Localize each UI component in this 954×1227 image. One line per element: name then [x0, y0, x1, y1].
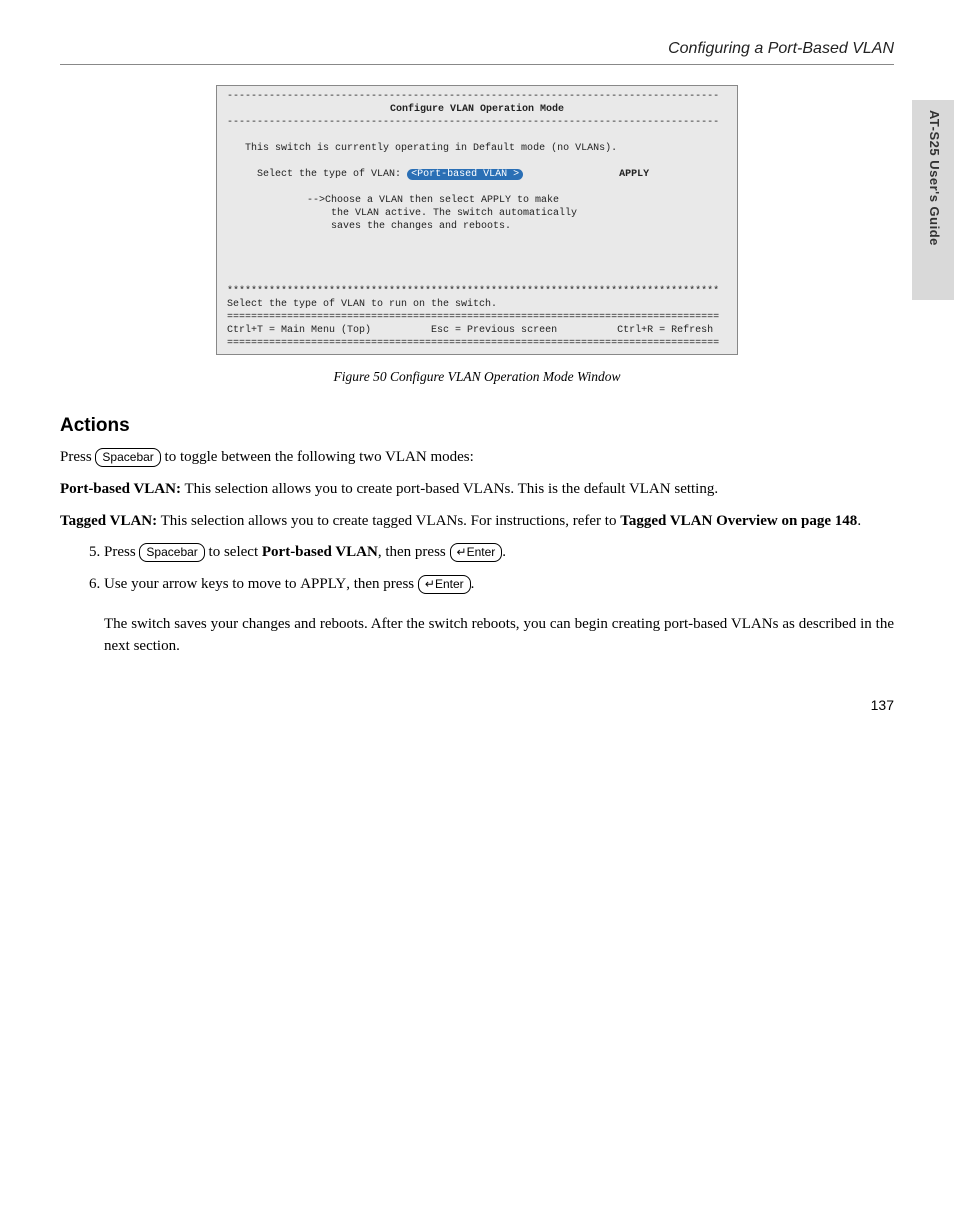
terminal-select-highlight[interactable]: <Port-based VLAN >	[407, 169, 523, 180]
terminal-footer1: Select the type of VLAN to run on the sw…	[217, 298, 737, 311]
section-title-actions: Actions	[60, 415, 894, 437]
page-number: 137	[60, 697, 894, 713]
terminal-apply[interactable]: APPLY	[619, 169, 649, 180]
step-5: Press Spacebar to select Port-based VLAN…	[104, 542, 894, 564]
terminal-mode-line: This switch is currently operating in De…	[217, 142, 737, 155]
figure: ----------------------------------------…	[60, 85, 894, 385]
step-6: Use your arrow keys to move to APPLY, th…	[104, 574, 894, 596]
figure-caption: Figure 50 Configure VLAN Operation Mode …	[60, 369, 894, 385]
terminal-title: Configure VLAN Operation Mode	[217, 103, 737, 116]
keycap-enter-1: ↵Enter	[450, 543, 503, 562]
terminal-screenshot: ----------------------------------------…	[216, 85, 738, 355]
link-tagged-overview[interactable]: Tagged VLAN Overview on page 148	[620, 513, 857, 529]
keycap-enter-2: ↵Enter	[418, 575, 471, 594]
terminal-hint2: the VLAN active. The switch automaticall…	[217, 207, 737, 220]
final-para: The switch saves your changes and reboot…	[104, 614, 894, 658]
side-tab: AT-S25 User's Guide	[912, 100, 954, 300]
terminal-select-row: Select the type of VLAN: <Port-based VLA…	[217, 168, 737, 181]
header-right-text: Configuring a Port-Based VLAN	[60, 40, 894, 58]
terminal-hint3: saves the changes and reboots.	[217, 220, 737, 233]
bullet-port-based: Port-based VLAN: This selection allows y…	[60, 479, 894, 501]
terminal-shortcuts: Ctrl+T = Main Menu (Top) Esc = Previous …	[217, 324, 737, 337]
side-tab-text: AT-S25 User's Guide	[927, 110, 942, 246]
bullet-tagged: Tagged VLAN: This selection allows you t…	[60, 511, 894, 533]
keycap-spacebar: Spacebar	[95, 448, 160, 467]
keycap-spacebar-2: Spacebar	[139, 543, 204, 562]
page-header: Configuring a Port-Based VLAN	[60, 40, 894, 65]
steps-list: Press Spacebar to select Port-based VLAN…	[60, 542, 894, 596]
para-press-spacebar: Press Spacebar to toggle between the fol…	[60, 447, 894, 469]
terminal-hint1: -->Choose a VLAN then select APPLY to ma…	[217, 194, 737, 207]
